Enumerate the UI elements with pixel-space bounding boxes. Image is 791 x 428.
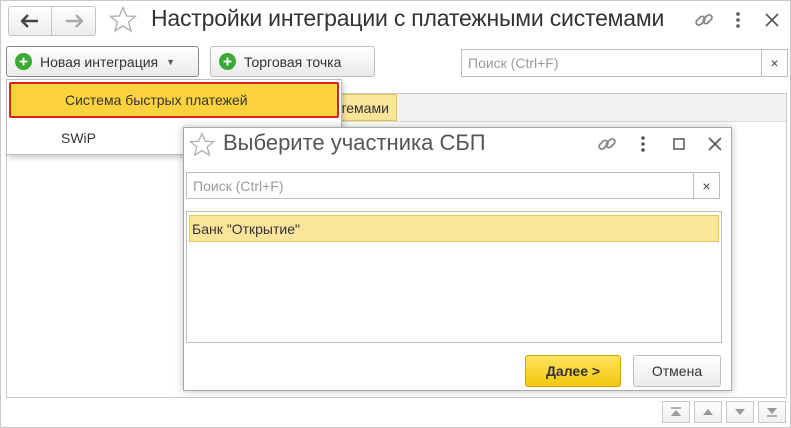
plus-icon [219, 53, 236, 70]
page-title: Настройки интеграции с платежными систем… [151, 5, 665, 31]
dialog-search-clear-button[interactable]: × [693, 173, 719, 198]
scroll-up-icon[interactable] [694, 401, 722, 423]
chevron-down-icon: ▼ [166, 56, 176, 67]
maximize-icon[interactable] [669, 133, 689, 155]
forward-arrow-icon [65, 14, 83, 28]
scroll-controls [662, 401, 786, 423]
more-vertical-icon[interactable] [633, 133, 653, 155]
search-clear-button[interactable]: × [761, 50, 787, 76]
main-search: × [461, 49, 788, 77]
participants-list: Банк "Открытие" [186, 211, 722, 343]
close-icon[interactable] [705, 133, 725, 155]
dialog-search-input[interactable] [187, 173, 693, 198]
next-button[interactable]: Далее > [525, 355, 621, 387]
scroll-last-icon[interactable] [758, 401, 786, 423]
list-item[interactable]: темами [335, 94, 397, 121]
dialog-title-actions [597, 133, 725, 155]
trade-point-label: Торговая точка [244, 53, 342, 70]
scroll-down-icon[interactable] [726, 401, 754, 423]
new-integration-button[interactable]: Новая интеграция ▼ [6, 46, 199, 77]
plus-icon [15, 53, 32, 70]
back-arrow-icon [21, 14, 38, 28]
scroll-first-icon[interactable] [662, 401, 690, 423]
link-icon[interactable] [694, 9, 714, 31]
nav-buttons [8, 6, 96, 36]
back-button[interactable] [8, 6, 52, 36]
favorite-star-icon[interactable] [108, 5, 138, 38]
more-vertical-icon[interactable] [728, 9, 748, 31]
search-input[interactable] [462, 50, 761, 76]
select-sbp-participant-dialog: Выберите участника СБП × Банк "Открытие"… [183, 127, 732, 391]
list-item[interactable]: Банк "Открытие" [189, 215, 719, 242]
cancel-button[interactable]: Отмена [633, 355, 721, 387]
dialog-title: Выберите участника СБП [223, 130, 486, 155]
close-icon[interactable] [762, 9, 782, 31]
title-actions [694, 9, 782, 31]
favorite-star-icon[interactable] [188, 131, 216, 162]
dialog-search: × [186, 172, 720, 199]
trade-point-button[interactable]: Торговая точка [210, 46, 375, 77]
new-integration-label: Новая интеграция [40, 53, 159, 70]
menu-item-sbp[interactable]: Система быстрых платежей [9, 82, 339, 118]
forward-button[interactable] [52, 6, 96, 36]
link-icon[interactable] [597, 133, 617, 155]
main-window: Настройки интеграции с платежными систем… [0, 0, 791, 428]
